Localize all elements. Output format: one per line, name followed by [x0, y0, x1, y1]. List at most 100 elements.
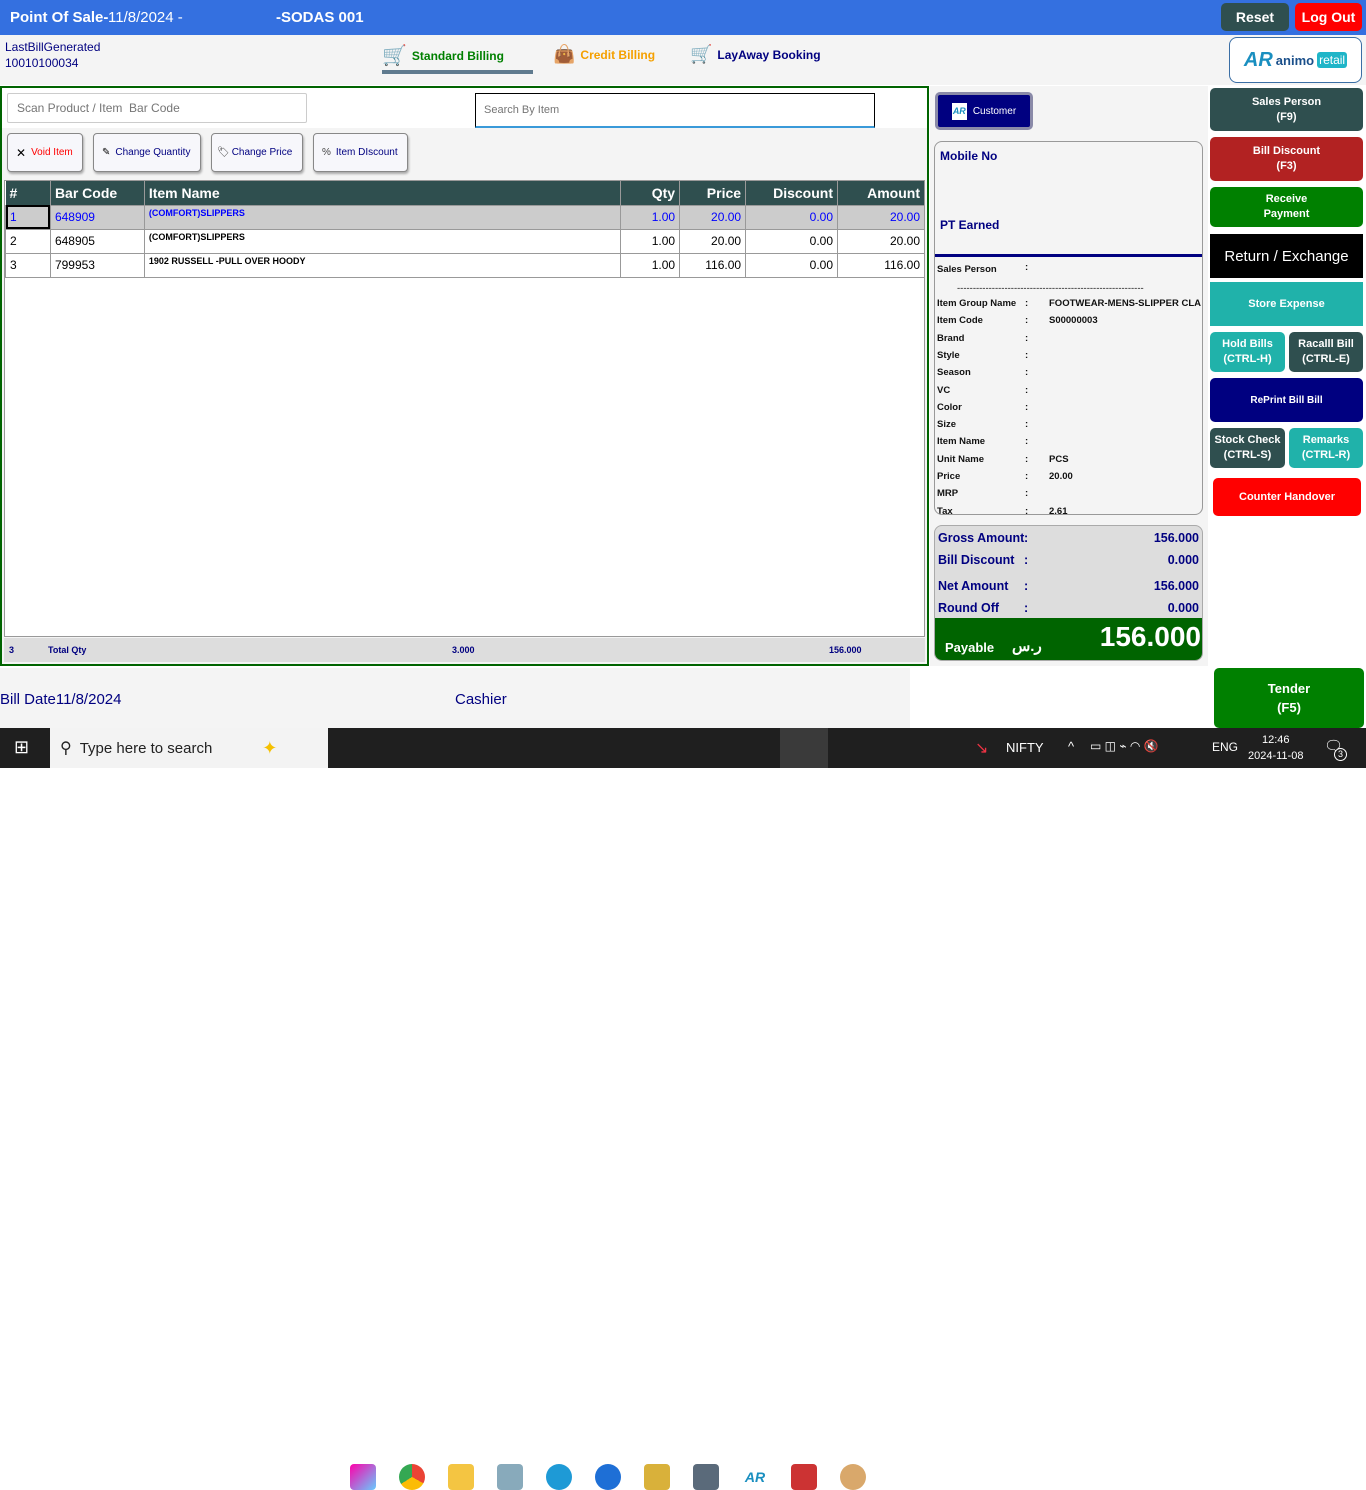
- cell-qty[interactable]: 1.00: [620, 228, 681, 254]
- table-row[interactable]: 1 648909 (COMFORT)SLIPPERS 1.00 20.00 0.00 20.…: [5, 204, 925, 230]
- customer-button[interactable]: AR Customer: [935, 92, 1033, 130]
- tender-button[interactable]: Tender (F5): [1214, 668, 1364, 728]
- tab-layaway-booking[interactable]: 🛒 LayAway Booking: [690, 44, 821, 65]
- detail-label: Tax: [937, 505, 953, 515]
- button-label: Item DIscount: [335, 147, 398, 158]
- colon: :: [1025, 315, 1029, 327]
- reset-button[interactable]: Reset: [1221, 3, 1289, 31]
- nifty-widget[interactable]: NIFTY: [1006, 740, 1044, 755]
- void-item-button[interactable]: ✕ Void Item: [7, 133, 83, 172]
- taskbar-search[interactable]: ⚲ Type here to search ✦: [50, 728, 328, 768]
- chrome-icon[interactable]: [399, 1464, 425, 1490]
- file-explorer-icon[interactable]: [448, 1464, 474, 1490]
- recall-bill-button[interactable]: Racalll Bill (CTRL-E): [1289, 332, 1363, 372]
- windows-start-icon[interactable]: ⊞: [14, 737, 29, 758]
- cell-price[interactable]: 116.00: [679, 252, 747, 278]
- remote-desktop-icon[interactable]: [595, 1464, 621, 1490]
- paint-icon[interactable]: [840, 1464, 866, 1490]
- button-label: Receive: [1265, 193, 1308, 205]
- logout-button[interactable]: Log Out: [1295, 3, 1362, 31]
- cell-qty[interactable]: 1.00: [620, 204, 681, 230]
- header-date: 11/8/2024 -: [108, 9, 183, 26]
- taskbar: ⊞ ⚲ Type here to search ✦ AR ↘ NIFTY ^ ▭…: [0, 728, 1366, 1490]
- copilot-app-icon[interactable]: [350, 1464, 376, 1490]
- change-quantity-button[interactable]: ✎ Change Quantity: [93, 133, 201, 172]
- col-discount[interactable]: Discount: [745, 181, 838, 205]
- cell-number[interactable]: 2: [5, 228, 51, 254]
- table-row[interactable]: 3 799953 1902 RUSSELL -PULL OVER HOODY 1.00…: [5, 252, 925, 278]
- bill-discount-button[interactable]: Bill Discount (F3): [1210, 137, 1363, 181]
- barcode-input[interactable]: [7, 93, 307, 123]
- payable-label: Payable: [945, 640, 995, 655]
- cell-discount[interactable]: 0.00: [745, 204, 838, 230]
- shopping-bag-icon: 👜: [553, 44, 576, 64]
- cell-barcode[interactable]: 648909: [49, 204, 145, 230]
- cell-number[interactable]: 1: [5, 204, 51, 230]
- cell-amount[interactable]: 20.00: [837, 204, 925, 230]
- cell-price[interactable]: 20.00: [679, 228, 747, 254]
- counter-handover-button[interactable]: Counter Handover: [1213, 478, 1361, 516]
- animo-retail-logo: AR animo retail: [1229, 37, 1362, 83]
- animo-retail-app-icon[interactable]: AR: [742, 1464, 768, 1490]
- pos-cart-icon[interactable]: [791, 1464, 817, 1490]
- pt-earned-label: PT Earned: [940, 218, 1000, 232]
- return-exchange-button[interactable]: Return / Exchange: [1210, 234, 1363, 278]
- search-placeholder: Type here to search: [79, 739, 213, 757]
- cell-number[interactable]: 3: [5, 252, 51, 278]
- cell-discount[interactable]: 0.00: [745, 228, 838, 254]
- cell-item-name[interactable]: 1902 RUSSELL -PULL OVER HOODY: [143, 252, 622, 278]
- colon: :: [1025, 262, 1029, 273]
- edge-icon[interactable]: [546, 1464, 572, 1490]
- gross-amount-label: Gross Amount: [938, 531, 1025, 545]
- calculator-icon[interactable]: [693, 1464, 719, 1490]
- col-qty[interactable]: Qty: [620, 181, 681, 205]
- col-item-name[interactable]: Item Name: [144, 181, 622, 205]
- pencil-icon: ✎: [102, 147, 111, 158]
- button-label: Tender: [1267, 681, 1311, 696]
- payable-bar: Payable ر.س 156.000: [935, 618, 1202, 660]
- title-bar: Point Of Sale- 11/8/2024 - -SODAS 001 Re…: [0, 0, 1366, 35]
- cell-item-name[interactable]: (COMFORT)SLIPPERS: [143, 228, 622, 254]
- col-amount[interactable]: Amount: [837, 181, 925, 205]
- tray-chevron-icon[interactable]: ^: [1068, 739, 1074, 754]
- colon: :: [1025, 436, 1029, 448]
- button-label: Bill Discount: [1252, 145, 1321, 157]
- col-barcode[interactable]: Bar Code: [50, 181, 145, 205]
- bill-discount-amount: 0.000: [1167, 553, 1199, 567]
- reprint-bill-button[interactable]: RePrint Bill Bill: [1210, 378, 1363, 422]
- tab-standard-billing[interactable]: 🛒 Standard Billing: [382, 43, 504, 68]
- tab-label: LayAway Booking: [717, 47, 821, 62]
- total-count: 3: [9, 645, 15, 655]
- tray-icons[interactable]: ▭ ◫ ⌁ ◠ 🔇: [1090, 739, 1159, 753]
- receive-payment-button[interactable]: Receive Payment: [1210, 187, 1363, 227]
- change-price-button[interactable]: 🏷 Change Price: [211, 133, 303, 172]
- language-indicator[interactable]: ENG: [1212, 740, 1238, 754]
- app-icon[interactable]: [497, 1464, 523, 1490]
- button-label: Racalll Bill: [1298, 338, 1354, 350]
- col-number[interactable]: #: [5, 181, 51, 205]
- button-label: Change Price: [231, 147, 293, 158]
- cell-item-name[interactable]: (COMFORT)SLIPPERS: [143, 204, 622, 230]
- item-discount-button[interactable]: % Item DIscount: [313, 133, 408, 172]
- tools-app-icon[interactable]: [644, 1464, 670, 1490]
- cell-amount[interactable]: 20.00: [837, 228, 925, 254]
- tab-credit-billing[interactable]: 👜 Credit Billing: [553, 44, 655, 65]
- cell-price[interactable]: 20.00: [679, 204, 747, 230]
- sales-person-button[interactable]: Sales Person (F9): [1210, 88, 1363, 131]
- cell-barcode[interactable]: 799953: [49, 252, 145, 278]
- cell-barcode[interactable]: 648905: [49, 228, 145, 254]
- table-row[interactable]: 2 648905 (COMFORT)SLIPPERS 1.00 20.00 0.00 20.…: [5, 228, 925, 254]
- cell-qty[interactable]: 1.00: [620, 252, 681, 278]
- stock-check-button[interactable]: Stock Check (CTRL-S): [1210, 428, 1285, 468]
- remarks-button[interactable]: Remarks (CTRL-R): [1289, 428, 1363, 468]
- detail-value: 2.61: [1049, 505, 1068, 515]
- cell-amount[interactable]: 116.00: [837, 252, 925, 278]
- clock[interactable]: 12:46 2024-11-08: [1248, 732, 1303, 764]
- hold-bills-button[interactable]: Hold Bills (CTRL-H): [1210, 332, 1285, 372]
- store-expense-button[interactable]: Store Expense: [1210, 282, 1363, 326]
- col-price[interactable]: Price: [679, 181, 747, 205]
- search-item-input[interactable]: [475, 93, 875, 128]
- cell-discount[interactable]: 0.00: [745, 252, 838, 278]
- detail-label: VC: [937, 384, 951, 396]
- top-bar: LastBillGenerated 10010100034 🛒 Standard…: [0, 35, 1366, 85]
